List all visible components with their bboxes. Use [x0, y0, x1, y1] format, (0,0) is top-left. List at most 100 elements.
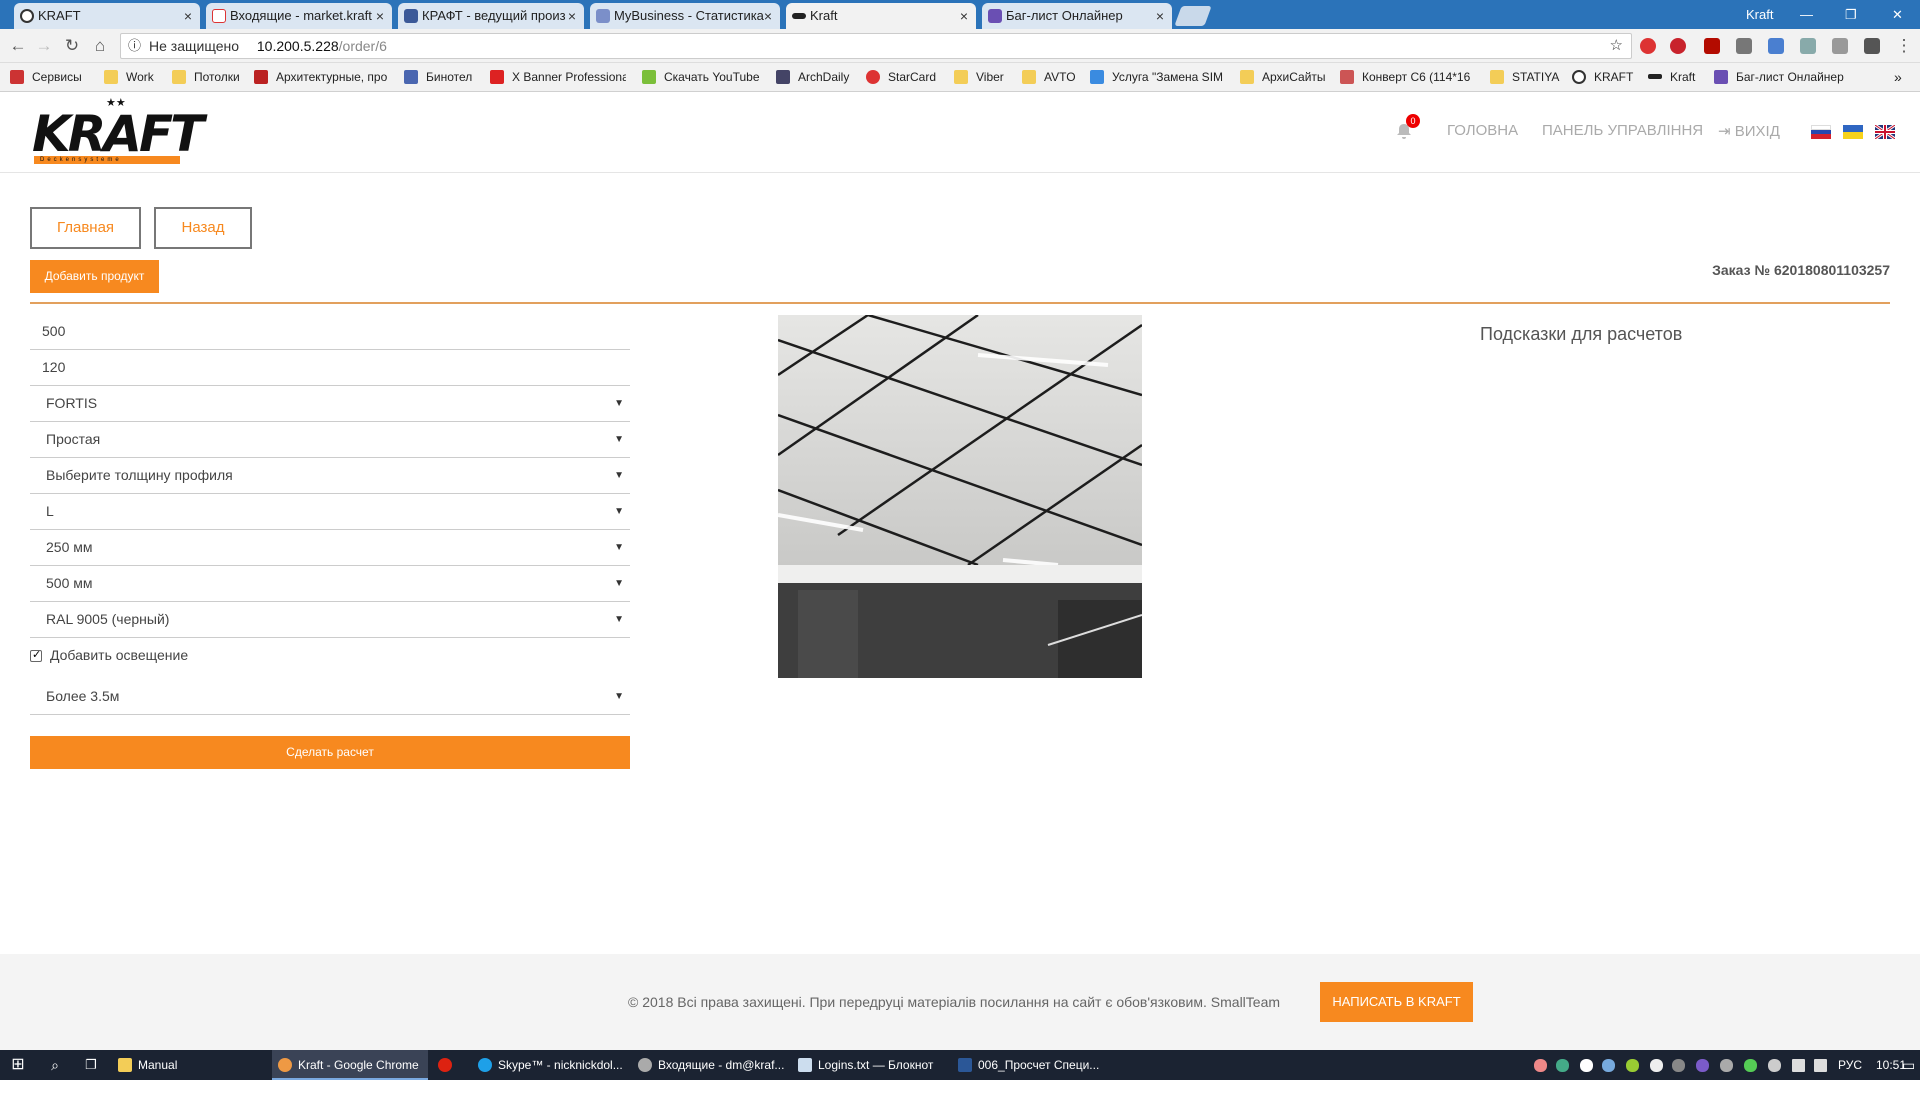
tray-app-icon[interactable]	[1602, 1059, 1615, 1072]
home-icon[interactable]: ⌂	[90, 36, 110, 56]
cell-size-2-select[interactable]: 500 мм ▼	[30, 566, 630, 602]
main-button[interactable]: Главная	[30, 207, 141, 249]
back-button[interactable]: Назад	[154, 207, 252, 249]
bookmark-link[interactable]: ArchDaily	[776, 63, 849, 92]
info-icon[interactable]: ⓘ	[128, 34, 141, 58]
kraft-logo[interactable]: ★★ KRAFT Deckensysteme	[32, 97, 204, 164]
tray-app-icon[interactable]	[1672, 1059, 1685, 1072]
taskbar-item-active[interactable]: Kraft - Google Chrome	[272, 1050, 428, 1080]
adblock-extension-icon[interactable]	[1640, 38, 1656, 54]
bookmark-folder[interactable]: Work	[104, 63, 154, 92]
menu-dots-icon[interactable]: ⋮	[1894, 36, 1914, 56]
taskbar-item[interactable]: Manual	[112, 1050, 268, 1080]
code-extension-icon[interactable]	[1800, 38, 1816, 54]
cell-size-1-select[interactable]: 250 мм ▼	[30, 530, 630, 566]
browser-tab-active[interactable]: Kraft ×	[786, 3, 976, 29]
taskbar-item[interactable]	[432, 1050, 468, 1080]
back-arrow-icon[interactable]: ←	[8, 36, 28, 56]
browser-tab[interactable]: Баг-лист Онлайнер ×	[982, 3, 1172, 29]
bookmarks-more-icon[interactable]: »	[1894, 63, 1902, 92]
width-input[interactable]: 500	[30, 314, 630, 350]
tray-app-icon[interactable]	[1720, 1059, 1733, 1072]
notifications-bell-icon[interactable]: 0	[1395, 114, 1420, 140]
bookmark-link[interactable]: X Banner Professiona	[490, 63, 626, 92]
taskbar-item[interactable]: Входящие - dm@kraf...	[632, 1050, 788, 1080]
color-select[interactable]: RAL 9005 (черный) ▼	[30, 602, 630, 638]
taskbar-item[interactable]: Logins.txt — Блокнот	[792, 1050, 948, 1080]
bookmark-link[interactable]: Бинотел	[404, 63, 472, 92]
search-icon[interactable]: ⌕	[40, 1050, 70, 1080]
bookmark-link[interactable]: Услуга "Замена SIM	[1090, 63, 1226, 92]
onedrive-icon[interactable]	[1580, 1059, 1593, 1072]
bookmark-folder[interactable]: Viber	[954, 63, 1004, 92]
flag-ua-icon[interactable]	[1843, 125, 1863, 139]
tray-app-icon[interactable]	[1534, 1059, 1547, 1072]
extension-icon[interactable]	[1832, 38, 1848, 54]
tray-app-icon[interactable]	[1626, 1059, 1639, 1072]
shield-extension-icon[interactable]	[1864, 38, 1880, 54]
lighting-checkbox[interactable]: Добавить освещение	[30, 647, 188, 663]
bookmark-link[interactable]: KRAFT	[1572, 63, 1633, 92]
bookmark-link[interactable]: Конверт C6 (114*16	[1340, 63, 1472, 92]
volume-icon[interactable]	[1814, 1059, 1827, 1072]
taskbar-item[interactable]: Skype™ - nicknickdol...	[472, 1050, 628, 1080]
bookmark-folder[interactable]: Потолки	[172, 63, 240, 92]
bookmark-link[interactable]: StarCard	[866, 63, 936, 92]
write-to-kraft-button[interactable]: НАПИСАТЬ В KRAFT	[1320, 982, 1473, 1022]
bookmark-folder[interactable]: STATIYA	[1490, 63, 1559, 92]
nav-home[interactable]: ГОЛОВНА	[1447, 122, 1518, 139]
calculate-button[interactable]: Сделать расчет	[30, 736, 630, 769]
close-tab-icon[interactable]: ×	[184, 3, 192, 29]
tray-app-icon[interactable]	[1744, 1059, 1757, 1072]
minimize-icon[interactable]: —	[1800, 0, 1813, 29]
bookmark-folder[interactable]: АрхиСайты	[1240, 63, 1326, 92]
browser-tab[interactable]: Входящие - market.kraft ×	[206, 3, 392, 29]
length-select[interactable]: Более 3.5м ▼	[30, 679, 630, 715]
profile-thickness-select[interactable]: Выберите толщину профиля ▼	[30, 458, 630, 494]
bookmark-link[interactable]: Архитектурные, про	[254, 63, 392, 92]
input-language[interactable]: РУС	[1838, 1050, 1862, 1080]
pinterest-extension-icon[interactable]	[1670, 38, 1686, 54]
network-icon[interactable]	[1792, 1059, 1805, 1072]
restore-icon[interactable]: ❐	[1845, 0, 1857, 29]
profile-shape-select[interactable]: L ▼	[30, 494, 630, 530]
browser-tab[interactable]: KRAFT ×	[14, 3, 200, 29]
notifications-icon[interactable]: ▭	[1902, 1050, 1915, 1080]
close-tab-icon[interactable]: ×	[1156, 3, 1164, 29]
profile-name[interactable]: Kraft	[1746, 0, 1773, 29]
close-window-icon[interactable]: ✕	[1892, 0, 1903, 29]
add-product-button[interactable]: Добавить продукт	[30, 260, 159, 293]
height-input[interactable]: 120	[30, 350, 630, 386]
pdf-extension-icon[interactable]	[1704, 38, 1720, 54]
bookmark-link[interactable]: Kraft	[1648, 63, 1695, 92]
new-tab-button[interactable]	[1174, 6, 1212, 26]
forward-arrow-icon[interactable]: →	[34, 36, 54, 56]
nav-logout[interactable]: ⇥ ВИХІД	[1718, 122, 1780, 140]
close-tab-icon[interactable]: ×	[376, 3, 384, 29]
browser-tab[interactable]: КРАФТ - ведущий произ ×	[398, 3, 584, 29]
start-windows-icon[interactable]: ⊞	[0, 1050, 36, 1080]
address-bar[interactable]: ⓘ Не защищено 10.200.5.228/order/6 ☆	[120, 33, 1632, 59]
flag-ru-icon[interactable]	[1811, 125, 1831, 139]
taskbar-item[interactable]: 006_Просчет Специ...	[952, 1050, 1108, 1080]
close-tab-icon[interactable]: ×	[568, 3, 576, 29]
flag-en-icon[interactable]	[1875, 125, 1895, 139]
close-tab-icon[interactable]: ×	[960, 3, 968, 29]
system-select[interactable]: FORTIS ▼	[30, 386, 630, 422]
tray-app-icon[interactable]	[1556, 1059, 1569, 1072]
ahrefs-extension-icon[interactable]	[1736, 38, 1752, 54]
close-tab-icon[interactable]: ×	[764, 3, 772, 29]
bookmark-link[interactable]: Скачать YouTube	[642, 63, 760, 92]
reload-icon[interactable]: ↻	[62, 36, 82, 56]
bookmark-star-icon[interactable]: ☆	[1610, 34, 1623, 58]
info-tray-icon[interactable]	[1650, 1059, 1663, 1072]
browser-tab[interactable]: MyBusiness - Статистика ×	[590, 3, 780, 29]
task-view-icon[interactable]: ❐	[76, 1050, 106, 1080]
checkbox-checked-icon[interactable]	[30, 648, 42, 662]
bookmark-apps[interactable]: Сервисы	[10, 63, 82, 92]
viber-icon[interactable]	[1696, 1059, 1709, 1072]
nav-control-panel[interactable]: ПАНЕЛЬ УПРАВЛІННЯ	[1542, 122, 1703, 139]
type-select[interactable]: Простая ▼	[30, 422, 630, 458]
mail-tray-icon[interactable]	[1768, 1059, 1781, 1072]
bookmark-folder[interactable]: AVTO	[1022, 63, 1076, 92]
